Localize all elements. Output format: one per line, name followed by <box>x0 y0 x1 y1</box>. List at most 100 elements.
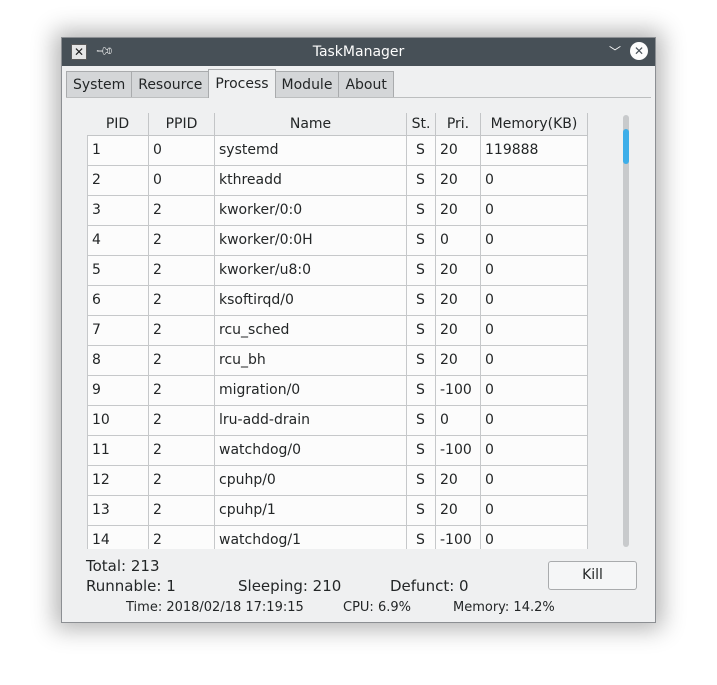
cell-memory: 0 <box>481 496 588 526</box>
cell-pid: 3 <box>87 196 149 226</box>
cell-memory: 0 <box>481 376 588 406</box>
cell-memory: 0 <box>481 196 588 226</box>
table-row[interactable]: 3 2 kworker/0:0 S 20 0 <box>87 196 588 226</box>
defunct-count: Defunct: 0 <box>390 577 469 595</box>
column-header-memory[interactable]: Memory(KB) <box>481 113 588 136</box>
cell-pid: 5 <box>87 256 149 286</box>
column-header-name[interactable]: Name <box>215 113 407 136</box>
cell-pid: 4 <box>87 226 149 256</box>
cell-state: S <box>407 346 436 376</box>
cell-priority: 20 <box>436 496 481 526</box>
tab-bar: System Resource Process Module About <box>66 69 394 98</box>
scrollbar-thumb[interactable] <box>623 129 629 164</box>
cell-state: S <box>407 526 436 549</box>
cell-priority: 20 <box>436 256 481 286</box>
status-memory: Memory: 14.2% <box>453 600 555 615</box>
cell-memory: 0 <box>481 526 588 549</box>
cell-name: migration/0 <box>215 376 407 406</box>
cell-priority: 20 <box>436 136 481 166</box>
table-row[interactable]: 14 2 watchdog/1 S -100 0 <box>87 526 588 549</box>
column-header-state[interactable]: St. <box>407 113 436 136</box>
status-cpu: CPU: 6.9% <box>343 600 411 615</box>
cell-memory: 0 <box>481 316 588 346</box>
cell-priority: 20 <box>436 346 481 376</box>
tab-resource[interactable]: Resource <box>131 71 210 98</box>
cell-ppid: 2 <box>149 526 215 549</box>
cell-memory: 0 <box>481 406 588 436</box>
close-icon[interactable]: ✕ <box>630 42 648 60</box>
column-header-priority[interactable]: Pri. <box>436 113 481 136</box>
cell-ppid: 2 <box>149 346 215 376</box>
title-bar[interactable]: ✕ 📌︎ TaskManager ﹀ ✕ <box>62 38 655 66</box>
table-row[interactable]: 11 2 watchdog/0 S -100 0 <box>87 436 588 466</box>
table-row[interactable]: 9 2 migration/0 S -100 0 <box>87 376 588 406</box>
cell-name: rcu_sched <box>215 316 407 346</box>
cell-memory: 0 <box>481 436 588 466</box>
table-row[interactable]: 5 2 kworker/u8:0 S 20 0 <box>87 256 588 286</box>
cell-pid: 7 <box>87 316 149 346</box>
tab-system[interactable]: System <box>66 71 133 98</box>
table-header: PID PPID Name St. Pri. Memory(KB) <box>87 113 588 136</box>
cell-priority: -100 <box>436 376 481 406</box>
tab-panel-divider <box>66 97 651 98</box>
column-header-pid[interactable]: PID <box>87 113 149 136</box>
cell-state: S <box>407 166 436 196</box>
cell-name: watchdog/1 <box>215 526 407 549</box>
cell-priority: 20 <box>436 466 481 496</box>
cell-state: S <box>407 496 436 526</box>
cell-priority: 0 <box>436 406 481 436</box>
tab-process[interactable]: Process <box>208 69 276 98</box>
table-row[interactable]: 10 2 lru-add-drain S 0 0 <box>87 406 588 436</box>
cell-state: S <box>407 376 436 406</box>
cell-state: S <box>407 406 436 436</box>
cell-priority: 20 <box>436 286 481 316</box>
cell-state: S <box>407 256 436 286</box>
table-row[interactable]: 4 2 kworker/0:0H S 0 0 <box>87 226 588 256</box>
column-header-ppid[interactable]: PPID <box>149 113 215 136</box>
cell-priority: 20 <box>436 196 481 226</box>
cell-pid: 14 <box>87 526 149 549</box>
table-row[interactable]: 13 2 cpuhp/1 S 20 0 <box>87 496 588 526</box>
cell-priority: 20 <box>436 316 481 346</box>
cell-ppid: 2 <box>149 226 215 256</box>
cell-name: watchdog/0 <box>215 436 407 466</box>
cell-memory: 0 <box>481 256 588 286</box>
cell-name: cpuhp/1 <box>215 496 407 526</box>
tab-module[interactable]: Module <box>274 71 340 98</box>
cell-state: S <box>407 286 436 316</box>
status-time: Time: 2018/02/18 17:19:15 <box>126 600 304 615</box>
window-title: TaskManager <box>312 44 405 60</box>
cell-priority: -100 <box>436 526 481 549</box>
table-row[interactable]: 6 2 ksoftirqd/0 S 20 0 <box>87 286 588 316</box>
cell-state: S <box>407 136 436 166</box>
tab-about[interactable]: About <box>338 71 394 98</box>
cell-pid: 2 <box>87 166 149 196</box>
cell-name: rcu_bh <box>215 346 407 376</box>
cell-memory: 0 <box>481 286 588 316</box>
cell-ppid: 0 <box>149 136 215 166</box>
table-row[interactable]: 1 0 systemd S 20 119888 <box>87 136 588 166</box>
cell-state: S <box>407 196 436 226</box>
process-table[interactable]: PID PPID Name St. Pri. Memory(KB) 1 0 syst… <box>87 113 588 549</box>
table-row[interactable]: 7 2 rcu_sched S 20 0 <box>87 316 588 346</box>
cell-name: kworker/0:0 <box>215 196 407 226</box>
cell-pid: 11 <box>87 436 149 466</box>
cell-pid: 10 <box>87 406 149 436</box>
chevron-down-icon[interactable]: ﹀ <box>605 42 625 62</box>
vertical-scrollbar[interactable] <box>623 115 629 547</box>
cell-name: systemd <box>215 136 407 166</box>
cell-pid: 12 <box>87 466 149 496</box>
cell-priority: 20 <box>436 166 481 196</box>
kill-button[interactable]: Kill <box>548 561 637 590</box>
cell-pid: 8 <box>87 346 149 376</box>
cell-state: S <box>407 436 436 466</box>
table-row[interactable]: 8 2 rcu_bh S 20 0 <box>87 346 588 376</box>
cell-name: cpuhp/0 <box>215 466 407 496</box>
cell-ppid: 2 <box>149 376 215 406</box>
cell-name: kworker/0:0H <box>215 226 407 256</box>
table-row[interactable]: 2 0 kthreadd S 20 0 <box>87 166 588 196</box>
table-row[interactable]: 12 2 cpuhp/0 S 20 0 <box>87 466 588 496</box>
cell-name: kthreadd <box>215 166 407 196</box>
cell-ppid: 2 <box>149 466 215 496</box>
sleeping-count: Sleeping: 210 <box>238 577 342 595</box>
